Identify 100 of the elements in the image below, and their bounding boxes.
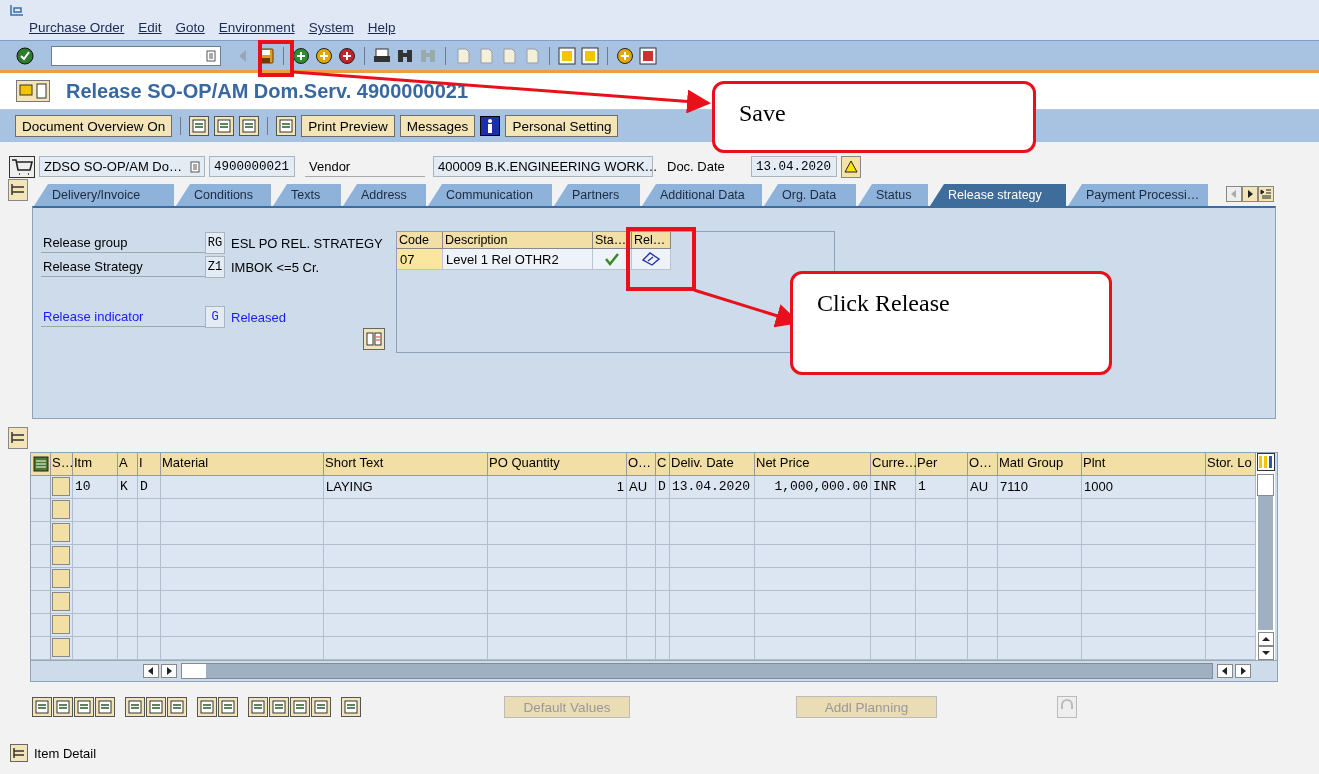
scroll-left-icon[interactable] xyxy=(1217,664,1233,678)
column-header[interactable]: Matl Group xyxy=(998,453,1082,476)
release-icon[interactable] xyxy=(640,251,662,267)
personal-setting-button[interactable]: Personal Setting xyxy=(505,115,619,137)
code-field: RG xyxy=(205,232,225,254)
scrollbar-thumb[interactable] xyxy=(1257,474,1274,496)
horizontal-scrollbar[interactable] xyxy=(181,663,1213,679)
messages-button[interactable]: Messages xyxy=(399,115,476,137)
status-button[interactable] xyxy=(52,638,70,657)
tab[interactable]: Partners xyxy=(554,184,640,206)
items-toggle-icon[interactable] xyxy=(8,427,28,449)
column-header[interactable]: Per xyxy=(916,453,968,476)
menu-item[interactable]: Help xyxy=(367,20,396,35)
menu-item[interactable]: System xyxy=(308,20,354,35)
enter-icon[interactable] xyxy=(16,46,34,65)
status-button[interactable] xyxy=(52,523,70,542)
table-cell xyxy=(138,522,161,545)
system-menu-icon[interactable] xyxy=(10,4,24,16)
overview-button[interactable]: Document Overview On xyxy=(15,115,173,137)
table-cell xyxy=(916,522,968,545)
column-select-icon[interactable] xyxy=(32,456,49,472)
item-detail-label[interactable]: Item Detail xyxy=(34,745,97,761)
column-config-icon[interactable] xyxy=(1256,453,1275,471)
column-header[interactable]: Curre… xyxy=(871,453,916,476)
info-icon[interactable] xyxy=(480,116,501,136)
item-detail-icon[interactable] xyxy=(10,744,28,762)
column-header[interactable]: Short Text xyxy=(324,453,488,476)
status-button[interactable] xyxy=(52,569,70,588)
column-header[interactable]: Itm xyxy=(73,453,118,476)
scroll-right-icon[interactable] xyxy=(1235,664,1251,678)
vertical-scrollbar[interactable] xyxy=(1256,453,1275,660)
table-cell xyxy=(118,614,138,637)
print-icon[interactable] xyxy=(373,46,391,65)
table-cell xyxy=(1206,522,1256,545)
table-cell xyxy=(916,545,968,568)
status-button[interactable] xyxy=(52,592,70,611)
menu-item[interactable]: Purchase Order xyxy=(29,20,125,35)
menu-item[interactable]: Goto xyxy=(175,20,205,35)
tab[interactable]: Texts xyxy=(273,184,341,206)
tab[interactable]: Address xyxy=(343,184,426,206)
column-header[interactable]: O… xyxy=(968,453,998,476)
table-cell xyxy=(871,591,916,614)
column-header[interactable]: PO Quantity xyxy=(488,453,627,476)
tab[interactable]: Payment Processi… xyxy=(1068,184,1208,206)
tab[interactable]: Communication xyxy=(428,184,552,206)
print-preview-button[interactable]: Print Preview xyxy=(301,115,395,137)
scroll-right-icon[interactable] xyxy=(1242,186,1258,202)
tab-list-icon[interactable] xyxy=(1258,186,1274,202)
table-cell xyxy=(138,568,161,591)
status-button[interactable] xyxy=(52,500,70,519)
document-type-field[interactable]: ZDSO SO-OP/AM Do… xyxy=(39,156,205,177)
table-cell xyxy=(871,522,916,545)
menu-item[interactable]: Environment xyxy=(218,20,295,35)
header-toggle-icon[interactable] xyxy=(8,179,28,201)
column-header[interactable]: Code xyxy=(397,232,443,249)
overview-icon[interactable] xyxy=(363,328,385,350)
tab[interactable]: Status xyxy=(858,184,928,206)
column-header[interactable]: Description xyxy=(443,232,593,249)
table-cell: LAYING xyxy=(324,476,488,499)
column-header[interactable]: Plnt xyxy=(1082,453,1206,476)
column-header[interactable]: Deliv. Date xyxy=(670,453,755,476)
field-label: Doc. Date xyxy=(666,158,726,176)
tab[interactable]: Org. Data xyxy=(764,184,856,206)
table-cell: 13.04.2020 xyxy=(670,476,755,499)
column-header[interactable]: Stor. Lo xyxy=(1206,453,1256,476)
dropdown-icon[interactable] xyxy=(190,160,200,173)
column-header[interactable]: O… xyxy=(627,453,656,476)
table-cell xyxy=(656,637,670,660)
field-value: IMBOK <=5 Cr. xyxy=(231,259,320,275)
dropdown-icon[interactable] xyxy=(206,49,216,62)
menu-item[interactable]: Edit xyxy=(138,20,162,35)
table-cell xyxy=(1206,591,1256,614)
table-cell xyxy=(968,522,998,545)
table-cell xyxy=(627,591,656,614)
column-header[interactable]: S… xyxy=(51,453,73,476)
cart-icon[interactable] xyxy=(9,155,35,178)
column-header[interactable]: Material xyxy=(161,453,324,476)
status-button[interactable] xyxy=(52,615,70,634)
tab[interactable]: Delivery/Invoice xyxy=(34,184,174,206)
callout: Save xyxy=(712,81,1036,153)
status-button[interactable] xyxy=(52,477,70,496)
column-header[interactable]: Rel… xyxy=(632,232,671,249)
column-header[interactable]: I xyxy=(138,453,161,476)
scroll-right-icon[interactable] xyxy=(161,664,177,678)
tab[interactable]: Conditions xyxy=(176,184,271,206)
po-number-field[interactable]: 4900000021 xyxy=(209,156,295,177)
scroll-left-icon[interactable] xyxy=(143,664,159,678)
date-field[interactable]: 13.04.2020 xyxy=(751,156,837,177)
scroll-down-icon[interactable] xyxy=(1257,646,1274,660)
tab[interactable]: Additional Data xyxy=(642,184,762,206)
scroll-up-icon[interactable] xyxy=(1257,632,1274,646)
field-label: Vendor xyxy=(305,156,425,177)
column-header[interactable]: C xyxy=(656,453,670,476)
table-cell xyxy=(968,568,998,591)
table-cell xyxy=(656,591,670,614)
tab[interactable]: Release strategy xyxy=(930,184,1066,206)
column-header[interactable]: A xyxy=(118,453,138,476)
column-header[interactable]: Net Price xyxy=(755,453,871,476)
status-button[interactable] xyxy=(52,546,70,565)
command-field[interactable] xyxy=(51,45,221,66)
